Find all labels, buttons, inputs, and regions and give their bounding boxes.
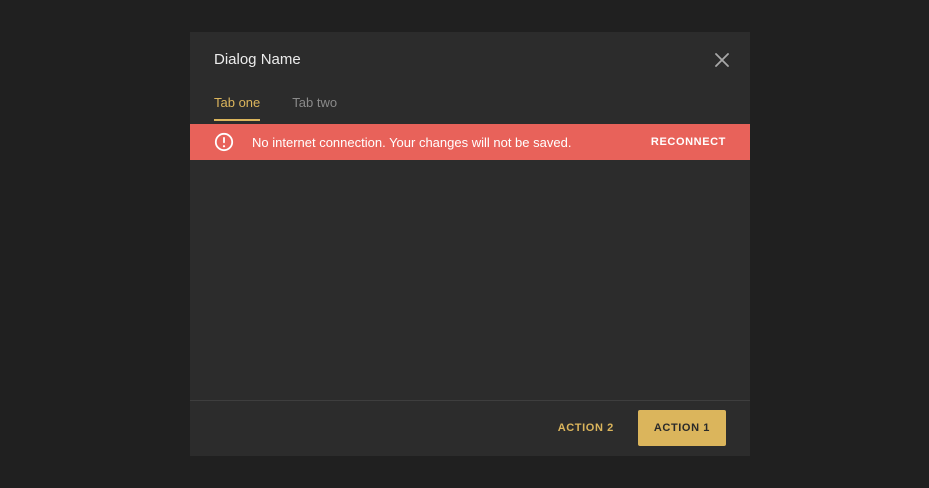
reconnect-button[interactable]: RECONNECT <box>651 136 726 148</box>
close-button[interactable] <box>710 48 734 72</box>
alert-circle-icon <box>214 132 234 152</box>
banner-message: No internet connection. Your changes wil… <box>252 134 572 150</box>
action-1-button[interactable]: ACTION 1 <box>637 410 726 446</box>
dialog-footer: ACTION 2 ACTION 1 <box>558 410 726 446</box>
action-2-button[interactable]: ACTION 2 <box>558 410 614 446</box>
tab-bar: Tab one Tab two <box>214 94 337 121</box>
error-banner: No internet connection. Your changes wil… <box>190 124 750 160</box>
footer-divider <box>190 400 750 401</box>
tab-two[interactable]: Tab two <box>292 94 337 121</box>
dialog: Dialog Name Tab one Tab two No internet … <box>190 32 750 456</box>
close-icon <box>715 53 729 67</box>
dialog-title: Dialog Name <box>214 51 301 68</box>
tab-one[interactable]: Tab one <box>214 94 261 121</box>
